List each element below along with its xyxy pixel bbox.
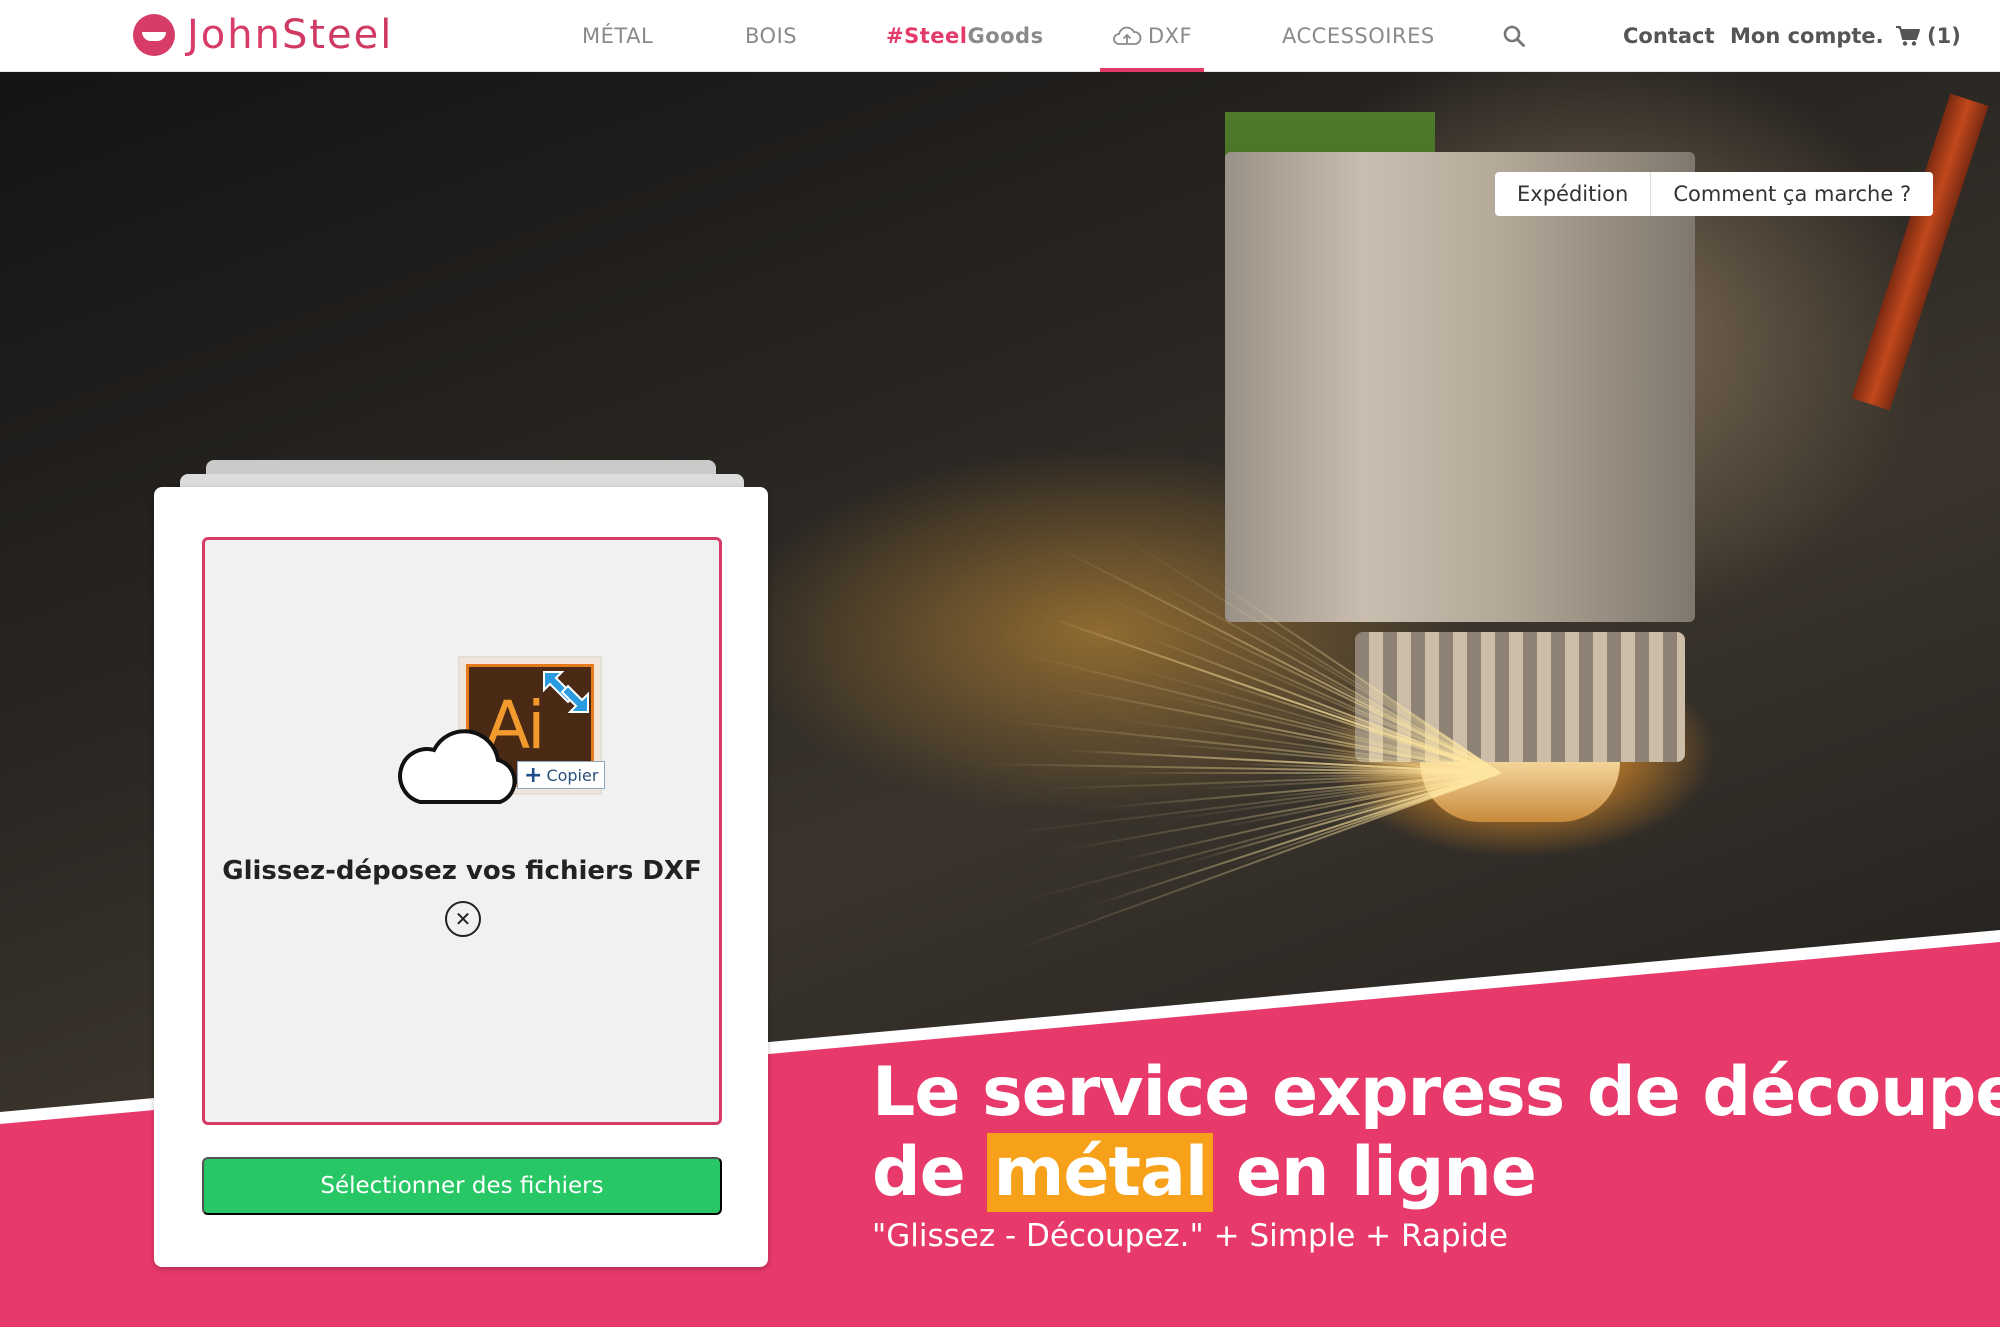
tab-how-it-works[interactable]: Comment ça marche ?: [1650, 172, 1933, 216]
nav-contact[interactable]: Contact: [1623, 0, 1715, 72]
brand-name-steel: Steel: [281, 12, 394, 58]
headline-line2-end: en ligne: [1235, 1133, 1537, 1212]
nav-accessoires[interactable]: ACCESSOIRES: [1282, 0, 1435, 72]
hero-headline: Le service express de découpe de métal e…: [872, 1053, 2000, 1213]
headline-line1: Le service express de découpe: [872, 1053, 2000, 1132]
search-button[interactable]: [1502, 0, 1526, 72]
copy-badge: + Copier: [517, 761, 606, 789]
cloud-outline-icon: [398, 729, 517, 804]
copy-badge-label: Copier: [546, 765, 599, 785]
nav-bois[interactable]: BOIS: [745, 0, 797, 72]
drag-drop-illustration: Ai + Copier: [390, 658, 606, 808]
search-icon: [1503, 25, 1525, 47]
upload-card: Ai + Copier Glissez-déposez vos fichiers…: [154, 487, 768, 1267]
dropzone-title: Glissez-déposez vos fichiers DXF: [222, 856, 702, 886]
brand-name: JohnSteel: [187, 12, 393, 58]
nav-account[interactable]: Mon compte.: [1730, 0, 1884, 72]
nav-steelgoods-rest: Goods: [967, 24, 1044, 48]
hero-tagline: "Glissez - Découpez." + Simple + Rapide: [872, 1218, 1508, 1254]
headline-line2: de métal en ligne: [872, 1133, 1972, 1213]
tab-expedition[interactable]: Expédition: [1495, 172, 1650, 216]
brand-name-john: John: [187, 12, 282, 58]
nav-cart[interactable]: (1): [1895, 0, 1961, 72]
nav-metal[interactable]: MÉTAL: [582, 0, 653, 72]
headline-line2-start: de: [872, 1133, 966, 1212]
headline-highlight-metal: métal: [987, 1133, 1214, 1212]
nav-dxf-label: DXF: [1148, 24, 1193, 48]
cart-count: (1): [1927, 24, 1961, 48]
select-files-button[interactable]: Sélectionner des fichiers: [202, 1157, 722, 1215]
brand-logo[interactable]: JohnSteel: [133, 12, 393, 58]
cart-icon: [1896, 26, 1920, 46]
nav-steelgoods-hash: #Steel: [886, 24, 968, 48]
cloud-upload-icon: [1113, 26, 1142, 45]
drag-arrow-icon: [543, 671, 589, 713]
nav-steelgoods[interactable]: #Steel Goods: [886, 0, 1044, 72]
plus-icon: +: [524, 762, 543, 788]
close-circle-icon[interactable]: ✕: [445, 901, 481, 937]
nav-dxf[interactable]: DXF: [1100, 0, 1205, 72]
site-header: JohnSteel MÉTAL BOIS #Steel Goods DXF ACC…: [0, 0, 2000, 72]
dxf-dropzone[interactable]: Ai + Copier Glissez-déposez vos fichiers…: [202, 537, 722, 1125]
info-tabs: Expédition Comment ça marche ?: [1495, 172, 1934, 216]
logo-mark-icon: [133, 14, 175, 56]
